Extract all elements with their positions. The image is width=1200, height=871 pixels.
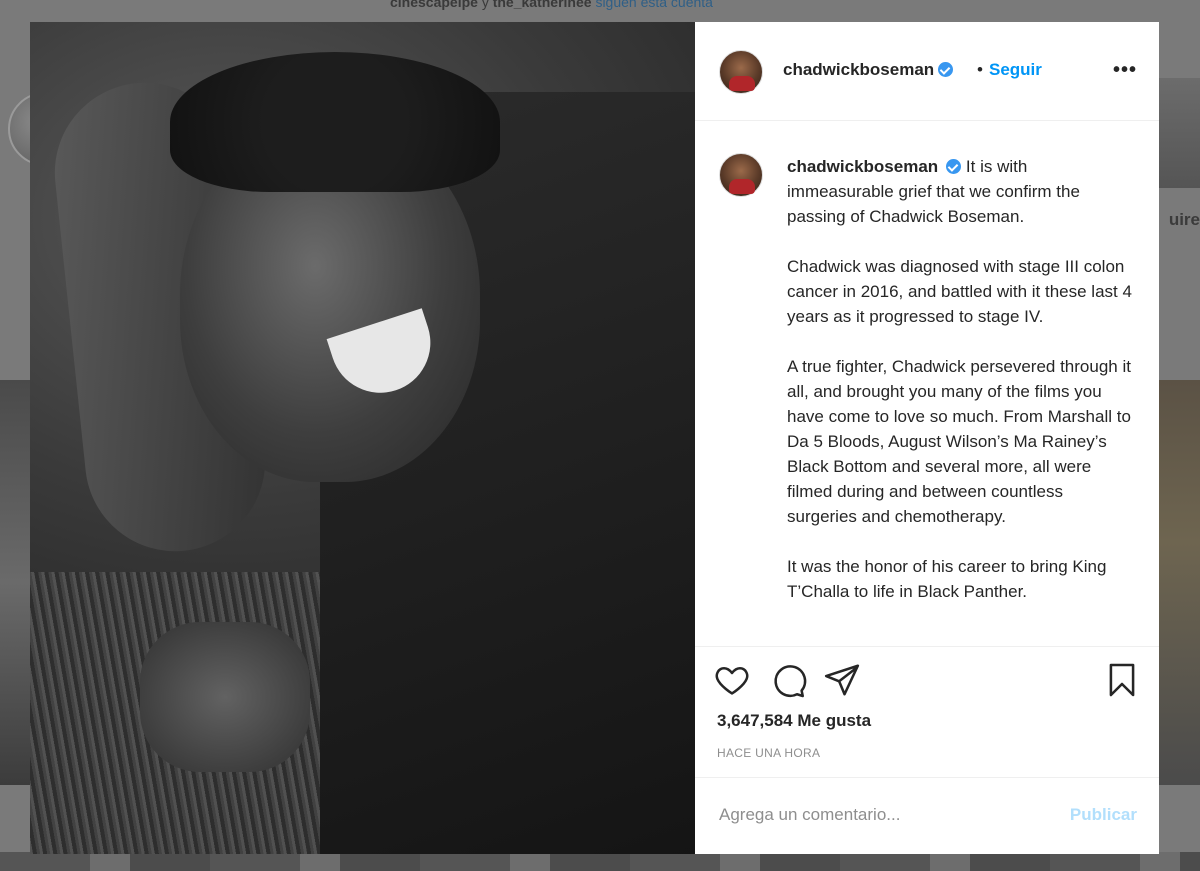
background-grid-tile [0, 380, 30, 785]
caption-author-avatar[interactable] [719, 153, 763, 197]
post-modal: chadwickboseman • Seguir ••• chadwickbos… [30, 22, 1159, 854]
post-caption: chadwickboseman It is with immeasurable … [695, 121, 1159, 645]
caption-paragraph: A true fighter, Chadwick persevered thro… [787, 357, 1136, 526]
post-header: chadwickboseman • Seguir ••• [695, 22, 1159, 121]
post-photo[interactable] [30, 22, 695, 854]
verified-badge-icon [946, 159, 962, 174]
follow-button[interactable]: Seguir [989, 60, 1042, 80]
comment-input[interactable] [717, 804, 1041, 826]
caption-username[interactable]: chadwickboseman [787, 157, 938, 176]
comment-box: Publicar [695, 777, 1159, 854]
header-separator: • [977, 60, 983, 79]
more-options-icon[interactable]: ••• [1113, 59, 1137, 82]
bookmark-icon[interactable] [1103, 661, 1141, 699]
followed-by-text: cinescapelpe y the_katherinee siguen est… [390, 0, 713, 10]
heart-icon[interactable] [713, 661, 751, 699]
post-side-panel: chadwickboseman • Seguir ••• chadwickbos… [695, 22, 1159, 854]
caption-paragraph: Chadwick was diagnosed with stage III co… [787, 257, 1137, 326]
author-username[interactable]: chadwickboseman [783, 60, 954, 80]
likes-count[interactable]: 3,647,584 Me gusta [717, 711, 871, 731]
verified-badge-icon [938, 62, 954, 77]
caption-paragraph: It was the honor of his career to bring … [787, 557, 1111, 601]
background-grid-tile [1158, 380, 1200, 785]
share-icon[interactable] [823, 661, 861, 699]
author-avatar[interactable] [719, 50, 763, 94]
post-timestamp[interactable]: HACE UNA HORA [717, 746, 820, 760]
caption-text: chadwickboseman It is with immeasurable … [787, 154, 1132, 629]
comment-icon[interactable] [769, 661, 807, 699]
publish-button[interactable]: Publicar [1070, 805, 1137, 825]
background-story-avatar-right [1158, 78, 1200, 188]
background-text-fragment: uire [1168, 210, 1200, 229]
background-grid-row [0, 852, 1200, 871]
